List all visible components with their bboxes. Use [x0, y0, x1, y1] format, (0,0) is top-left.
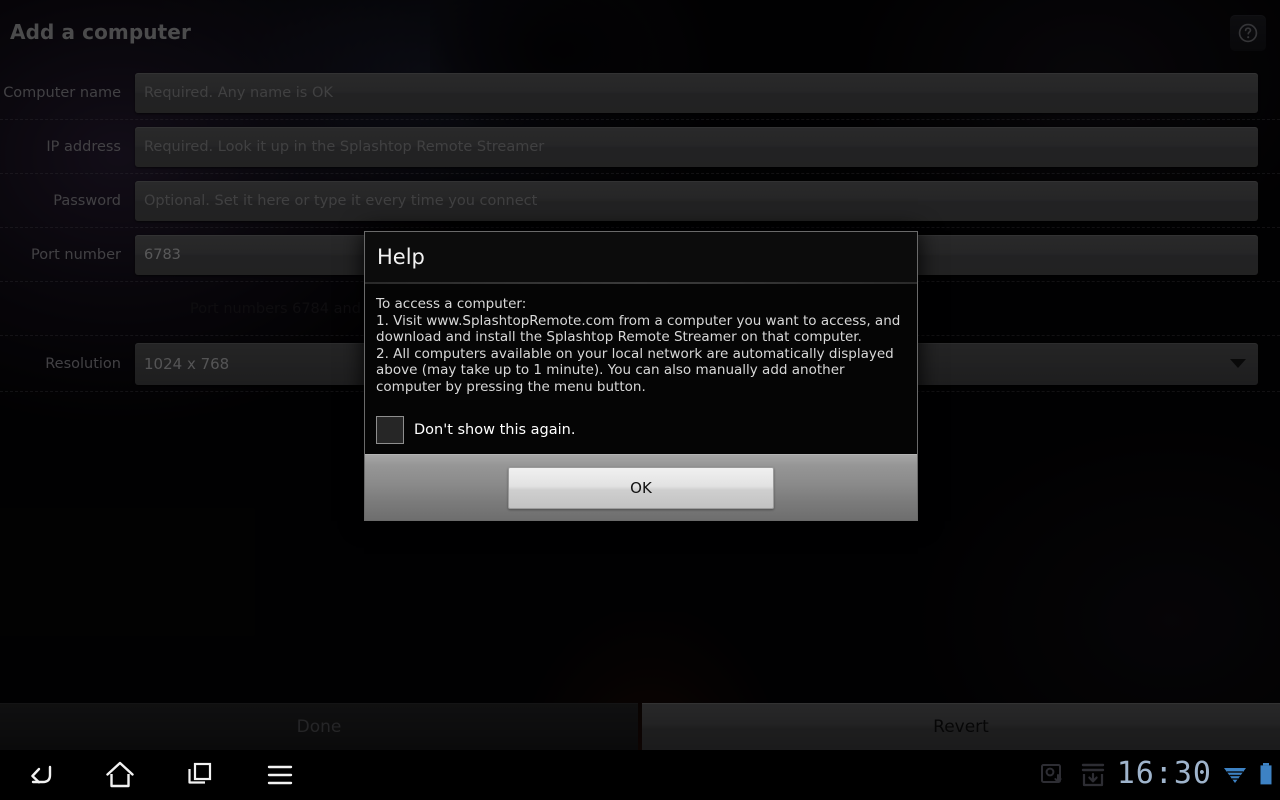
- back-arrow-icon: [31, 765, 52, 784]
- menu-icon: [267, 765, 293, 785]
- download-status[interactable]: [1079, 761, 1107, 789]
- dont-show-again-checkbox[interactable]: Don't show this again.: [376, 415, 903, 444]
- help-intro-text: To access a computer:: [376, 296, 527, 312]
- usb-storage-status[interactable]: [1039, 761, 1069, 789]
- recent-apps-icon: [188, 762, 212, 784]
- wifi-icon: [1224, 768, 1246, 783]
- recent-apps-button[interactable]: [160, 750, 240, 800]
- home-icon: [106, 761, 134, 788]
- wifi-status[interactable]: [1222, 762, 1248, 788]
- help-dialog-footer: OK: [365, 454, 917, 520]
- dont-show-again-label: Don't show this again.: [414, 421, 576, 438]
- ok-button[interactable]: OK: [508, 466, 774, 509]
- system-navigation-bar: 16:30: [0, 750, 1280, 800]
- status-icon-group: 16:30: [1039, 750, 1274, 800]
- home-button[interactable]: [80, 750, 160, 800]
- battery-status[interactable]: [1258, 761, 1274, 789]
- nav-button-group: [0, 750, 320, 800]
- help-step-1-text: 1. Visit www.SplashtopRemote.com from a …: [376, 312, 901, 346]
- menu-button[interactable]: [240, 750, 320, 800]
- help-dialog: Help To access a computer: 1. Visit www.…: [364, 231, 918, 521]
- status-clock: 16:30: [1116, 756, 1212, 791]
- battery-icon: [1260, 763, 1272, 785]
- usb-storage-icon: [1040, 764, 1062, 783]
- help-dialog-title: Help: [365, 232, 917, 282]
- checkbox-box-icon: [376, 415, 404, 444]
- help-dialog-body: To access a computer: 1. Visit www.Splas…: [365, 284, 917, 454]
- back-button[interactable]: [0, 750, 80, 800]
- help-step-2-text: 2. All computers available on your local…: [376, 345, 894, 395]
- screen-root: Add a computer Computer name Required. A…: [0, 0, 1280, 800]
- download-icon: [1081, 763, 1104, 787]
